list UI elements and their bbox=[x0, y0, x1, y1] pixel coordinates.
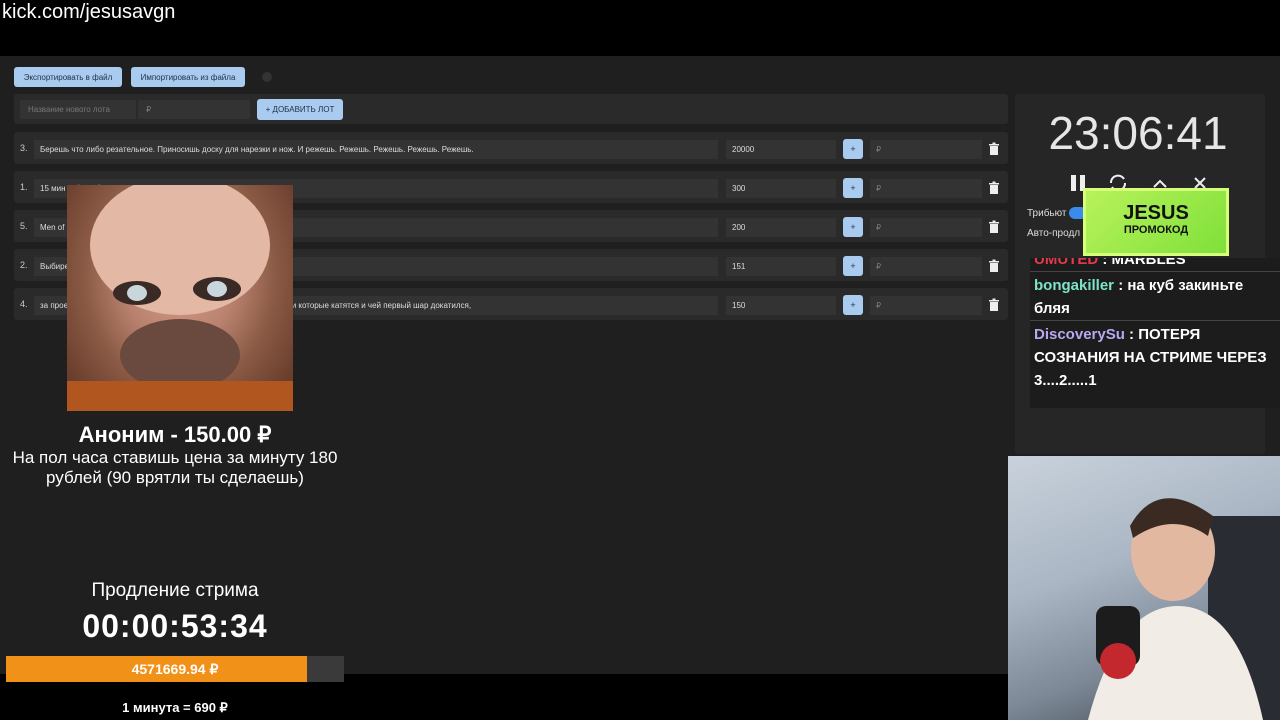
lot-name[interactable]: Берешь что либо резательное. Приносишь д… bbox=[34, 140, 718, 159]
lot-amount[interactable]: 300 bbox=[726, 179, 836, 198]
lot-number: 3. bbox=[20, 143, 28, 153]
lot-add-amount-input[interactable]: ₽ bbox=[870, 257, 982, 276]
lot-add-button[interactable]: + bbox=[843, 139, 863, 159]
chat-username: UMUTED bbox=[1034, 258, 1099, 268]
lot-amount[interactable]: 151 bbox=[726, 257, 836, 276]
auction-clock: 23:06:41 bbox=[1048, 107, 1228, 159]
promo-title: JESUS bbox=[1123, 202, 1189, 224]
chat-username: DiscoverySu bbox=[1034, 326, 1125, 343]
donor-name: Аноним - 150.00 ₽ bbox=[78, 422, 272, 447]
export-button[interactable]: Экспортировать в файл bbox=[14, 67, 122, 87]
lot-add-button[interactable]: + bbox=[843, 178, 863, 198]
chat-message: UMUTED : MARBLES bbox=[1030, 258, 1280, 272]
lot-amount-input[interactable]: ₽ bbox=[138, 100, 250, 119]
promo-badge: JESUS ПРОМОКОД bbox=[1083, 188, 1229, 256]
lot-add-amount-input[interactable]: ₽ bbox=[870, 140, 982, 159]
lot-add-button[interactable]: + bbox=[843, 256, 863, 276]
lot-name-input[interactable]: Название нового лота bbox=[20, 100, 136, 119]
lot-number: 4. bbox=[20, 299, 28, 309]
trash-icon[interactable] bbox=[987, 142, 1001, 156]
tribute-label: Трибьют bbox=[1027, 208, 1067, 219]
import-button[interactable]: Импортировать из файла bbox=[131, 67, 245, 87]
theme-toggle[interactable] bbox=[262, 72, 272, 82]
extension-time: 00:00:53:34 bbox=[82, 608, 268, 644]
auto-extend-label: Авто-продл bbox=[1027, 228, 1081, 239]
trash-icon[interactable] bbox=[987, 181, 1001, 195]
extension-label: Продление стрима bbox=[91, 580, 259, 601]
chat-username: bongakiller bbox=[1034, 277, 1115, 294]
donor-photo bbox=[67, 185, 293, 411]
browser-url: kick.com/jesusavgn bbox=[2, 1, 176, 23]
add-lot-button[interactable]: + ДОБАВИТЬ ЛОТ bbox=[257, 99, 343, 120]
lot-row: 3. Берешь что либо резательное. Приносиш… bbox=[14, 132, 1008, 164]
trash-icon[interactable] bbox=[987, 220, 1001, 234]
lot-add-amount-input[interactable]: ₽ bbox=[870, 296, 982, 315]
lot-amount[interactable]: 200 bbox=[726, 218, 836, 237]
lot-number: 5. bbox=[20, 221, 28, 231]
lot-number: 2. bbox=[20, 260, 28, 270]
minute-rate: 1 минута = 690 ₽ bbox=[122, 700, 228, 715]
lot-add-amount-input[interactable]: ₽ bbox=[870, 218, 982, 237]
promo-subtitle: ПРОМОКОД bbox=[1123, 224, 1189, 236]
chat-overlay: UMUTED : MARBLES bongakiller : на куб за… bbox=[1030, 258, 1280, 408]
lot-add-button[interactable]: + bbox=[843, 295, 863, 315]
chat-message: DiscoverySu : ПОТЕРЯ СОЗНАНИЯ НА СТРИМЕ … bbox=[1030, 321, 1280, 392]
extension-progress-bar: 4571669.94 ₽ bbox=[6, 656, 344, 682]
webcam-feed bbox=[1008, 456, 1280, 720]
add-lot-bar: Название нового лота ₽ + ДОБАВИТЬ ЛОТ bbox=[14, 94, 1008, 124]
trash-icon[interactable] bbox=[987, 298, 1001, 312]
lot-number: 1. bbox=[20, 182, 28, 192]
donation-message: На пол часа ставишь цена за минуту 180 р… bbox=[12, 448, 338, 487]
lot-add-amount-input[interactable]: ₽ bbox=[870, 179, 982, 198]
progress-amount: 4571669.94 ₽ bbox=[131, 661, 219, 677]
chat-message: bongakiller : на куб закиньте бляя bbox=[1030, 272, 1280, 321]
lot-add-button[interactable]: + bbox=[843, 217, 863, 237]
lot-amount[interactable]: 150 bbox=[726, 296, 836, 315]
chat-text: : MARBLES bbox=[1098, 258, 1186, 268]
lot-amount[interactable]: 20000 bbox=[726, 140, 836, 159]
trash-icon[interactable] bbox=[987, 259, 1001, 273]
